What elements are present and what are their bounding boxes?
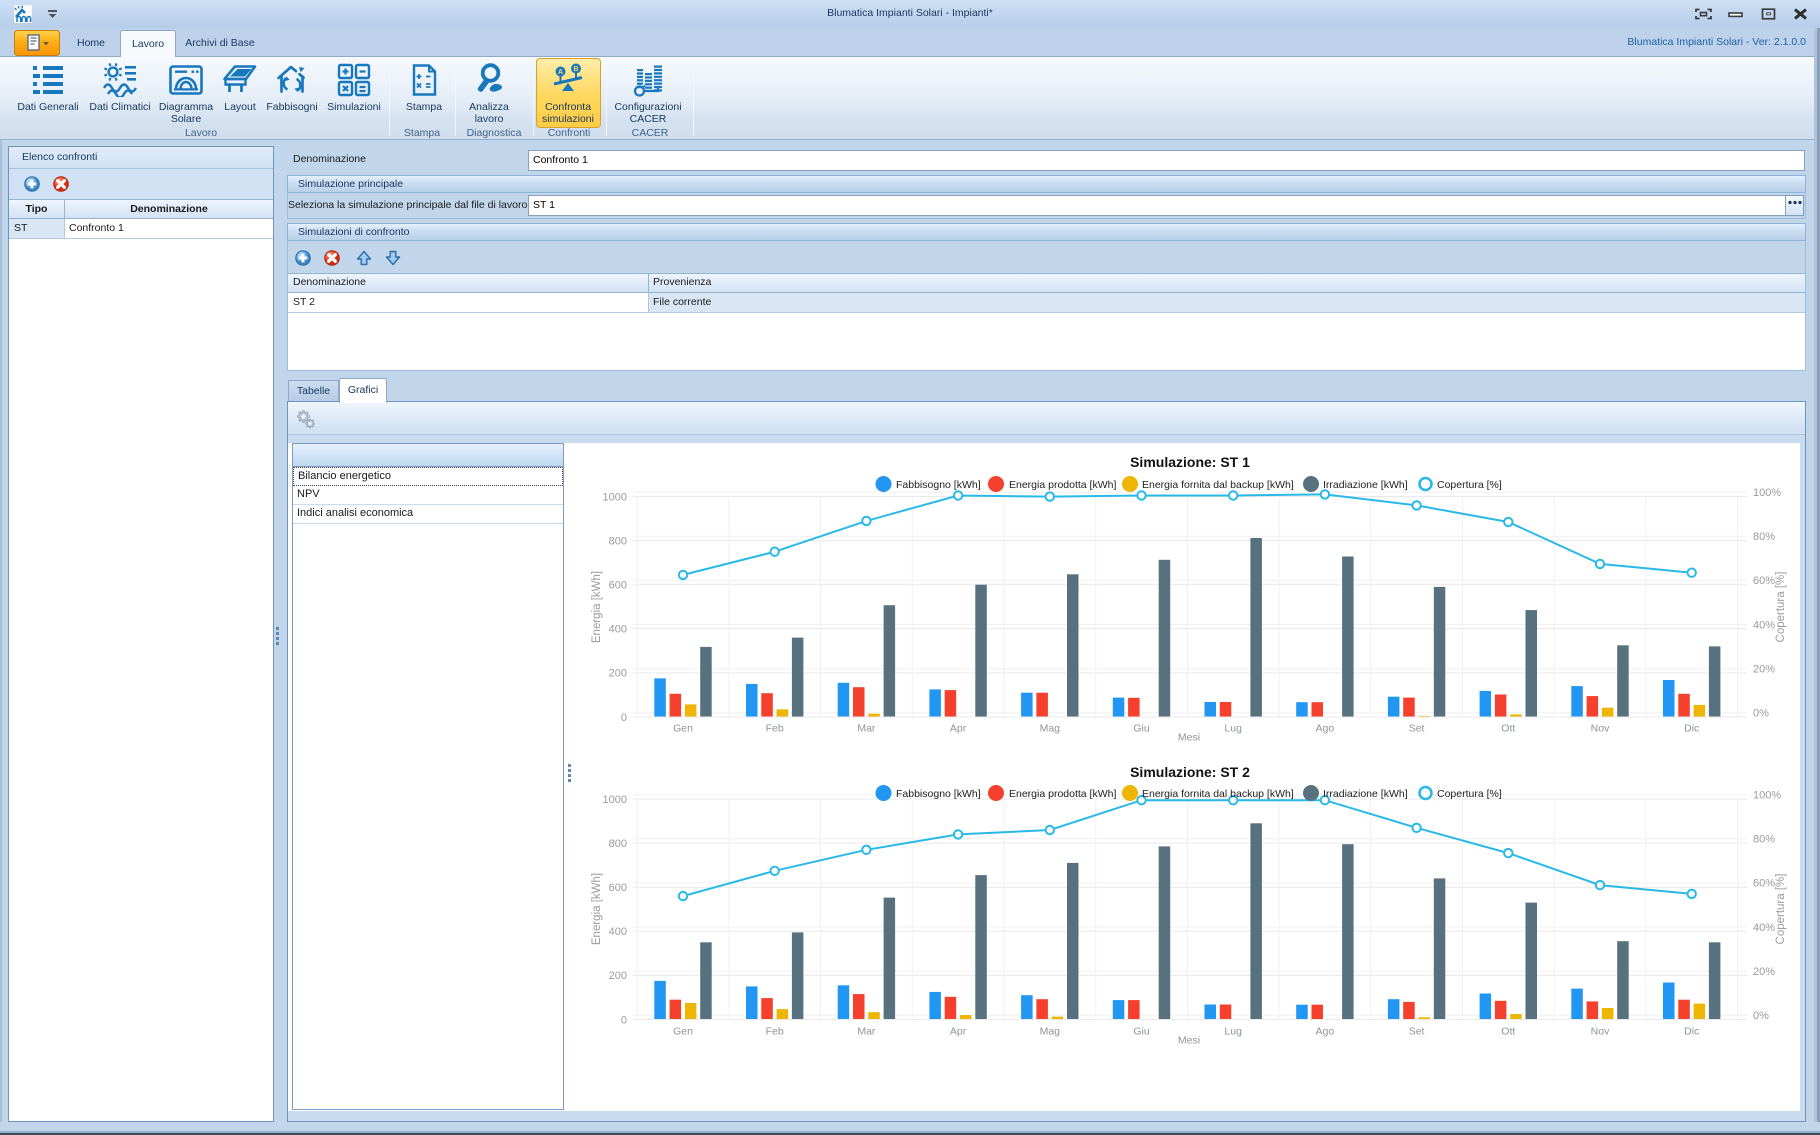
svg-text:20%: 20% [1753,663,1775,675]
svg-text:Feb: Feb [766,1026,784,1038]
svg-text:Ott: Ott [1501,723,1515,735]
svg-text:Nov: Nov [1591,1026,1610,1038]
svg-text:Copertura [%]: Copertura [%] [1437,788,1502,800]
svg-text:0%: 0% [1753,708,1769,720]
svg-text:Simulazione: ST 1: Simulazione: ST 1 [1130,454,1250,470]
svg-text:400: 400 [609,926,627,938]
svg-text:Giu: Giu [1133,723,1150,735]
svg-text:Lug: Lug [1224,723,1242,735]
svg-text:20%: 20% [1753,966,1775,978]
svg-text:Irradiazione [kWh]: Irradiazione [kWh] [1323,788,1408,800]
svg-text:800: 800 [609,838,627,850]
svg-text:Set: Set [1409,1026,1425,1038]
svg-text:200: 200 [609,668,627,680]
svg-text:Apr: Apr [950,1026,967,1038]
svg-text:40%: 40% [1753,619,1775,631]
svg-text:Gen: Gen [673,723,693,735]
svg-text:Lug: Lug [1224,1026,1242,1038]
svg-text:Mag: Mag [1040,1026,1061,1038]
svg-text:600: 600 [609,580,627,592]
svg-text:0: 0 [621,712,627,724]
svg-text:400: 400 [609,624,627,636]
svg-text:Irradiazione [kWh]: Irradiazione [kWh] [1323,479,1408,491]
svg-text:Energia prodotta [kWh]: Energia prodotta [kWh] [1009,788,1116,800]
svg-text:60%: 60% [1753,575,1775,587]
svg-text:Fabbisogno [kWh]: Fabbisogno [kWh] [896,479,981,491]
svg-text:40%: 40% [1753,922,1775,934]
svg-text:0%: 0% [1753,1010,1769,1022]
svg-text:Copertura [%]: Copertura [%] [1437,479,1502,491]
svg-text:Ott: Ott [1501,1026,1515,1038]
svg-text:Mesi: Mesi [1178,1035,1200,1047]
svg-text:Gen: Gen [673,1026,693,1038]
svg-text:Copertura [%]: Copertura [%] [1775,874,1787,945]
svg-text:Mesi: Mesi [1178,732,1200,744]
svg-text:Fabbisogno [kWh]: Fabbisogno [kWh] [896,788,981,800]
svg-text:Nov: Nov [1591,723,1610,735]
svg-text:100%: 100% [1753,487,1781,499]
svg-text:Energia [kWh]: Energia [kWh] [591,571,603,643]
svg-text:A: A [558,69,563,76]
svg-text:1000: 1000 [603,491,627,503]
svg-text:200: 200 [609,970,627,982]
svg-text:80%: 80% [1753,834,1775,846]
svg-text:Mar: Mar [857,723,876,735]
svg-text:60%: 60% [1753,878,1775,890]
svg-text:Mar: Mar [857,1026,876,1038]
svg-text:Set: Set [1409,723,1425,735]
svg-text:Ago: Ago [1316,1026,1335,1038]
svg-text:Dic: Dic [1684,1026,1699,1038]
svg-text:Copertura [%]: Copertura [%] [1775,572,1787,643]
svg-text:80%: 80% [1753,531,1775,543]
svg-text:Feb: Feb [766,723,784,735]
svg-text:1000: 1000 [603,794,627,806]
svg-text:Giu: Giu [1133,1026,1150,1038]
svg-text:Apr: Apr [950,723,967,735]
svg-text:Energia [kWh]: Energia [kWh] [591,873,603,945]
svg-text:Energia fornita dal backup [kW: Energia fornita dal backup [kWh] [1142,788,1294,800]
svg-text:800: 800 [609,535,627,547]
svg-text:Energia fornita dal backup [kW: Energia fornita dal backup [kWh] [1142,479,1294,491]
svg-text:Simulazione: ST 2: Simulazione: ST 2 [1130,764,1250,780]
svg-text:0: 0 [621,1014,627,1026]
svg-text:Dic: Dic [1684,723,1699,735]
svg-text:100%: 100% [1753,790,1781,802]
svg-text:600: 600 [609,882,627,894]
svg-text:Mag: Mag [1040,723,1061,735]
svg-text:Energia prodotta [kWh]: Energia prodotta [kWh] [1009,479,1116,491]
svg-text:Ago: Ago [1316,723,1335,735]
svg-text:B: B [573,66,578,73]
